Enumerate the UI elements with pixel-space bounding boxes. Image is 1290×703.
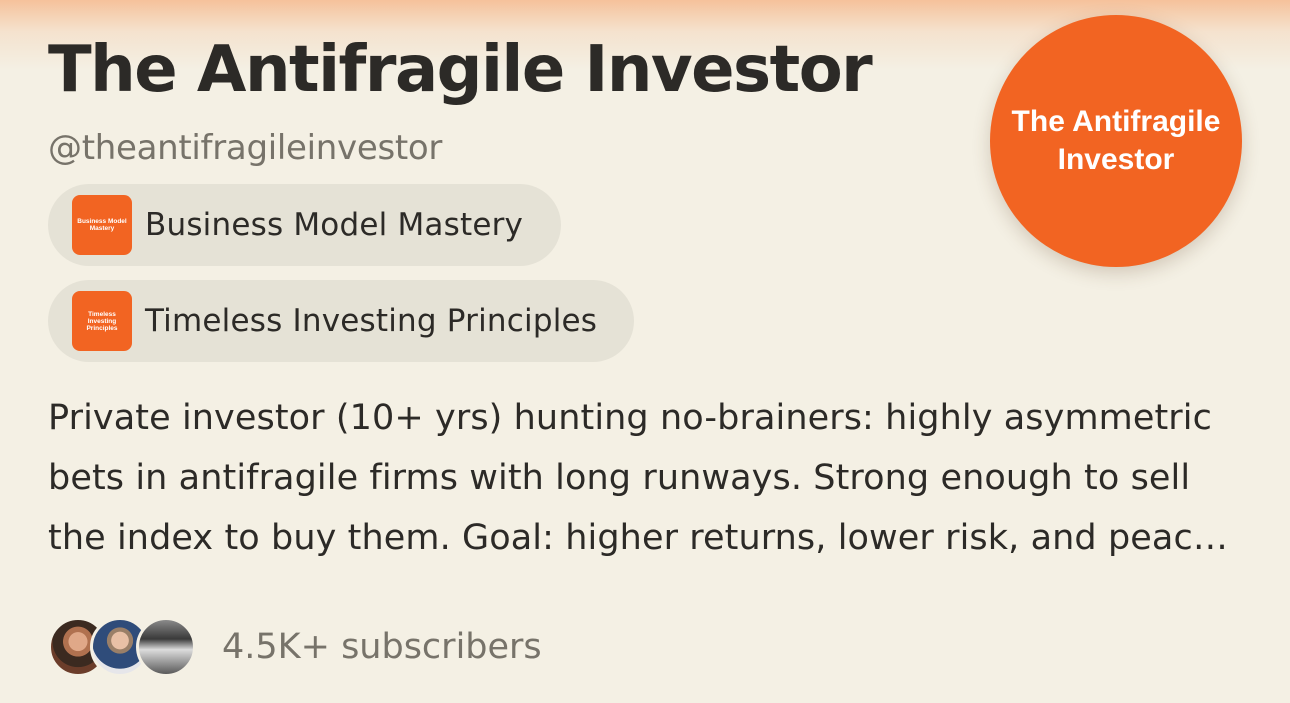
publication-pill-timeless-investing-principles[interactable]: Timeless Investing Principles Timeless I… bbox=[48, 280, 634, 362]
profile-handle[interactable]: @theantifragileinvestor bbox=[48, 126, 442, 170]
profile-bio: Private investor (10+ yrs) hunting no-br… bbox=[48, 398, 1215, 558]
publication-thumbnail: Business Model Mastery bbox=[72, 195, 132, 255]
profile-logo-text: The Antifragile Investor bbox=[1011, 105, 1221, 176]
publication-pill-business-model-mastery[interactable]: Business Model Mastery Business Model Ma… bbox=[48, 184, 561, 266]
subscriber-count[interactable]: 4.5K+ subscribers bbox=[222, 625, 542, 669]
subscriber-avatar-3 bbox=[136, 617, 196, 677]
publication-thumbnail-text: Timeless Investing Principles bbox=[86, 310, 118, 332]
publication-thumbnail: Timeless Investing Principles bbox=[72, 291, 132, 351]
publication-thumbnail-text: Business Model Mastery bbox=[77, 218, 127, 232]
profile-logo[interactable]: The Antifragile Investor bbox=[990, 15, 1242, 267]
profile-title: The Antifragile Investor bbox=[48, 33, 873, 107]
subscriber-avatars[interactable] bbox=[48, 617, 208, 677]
publication-label: Timeless Investing Principles bbox=[145, 303, 598, 339]
publication-label: Business Model Mastery bbox=[145, 207, 524, 243]
